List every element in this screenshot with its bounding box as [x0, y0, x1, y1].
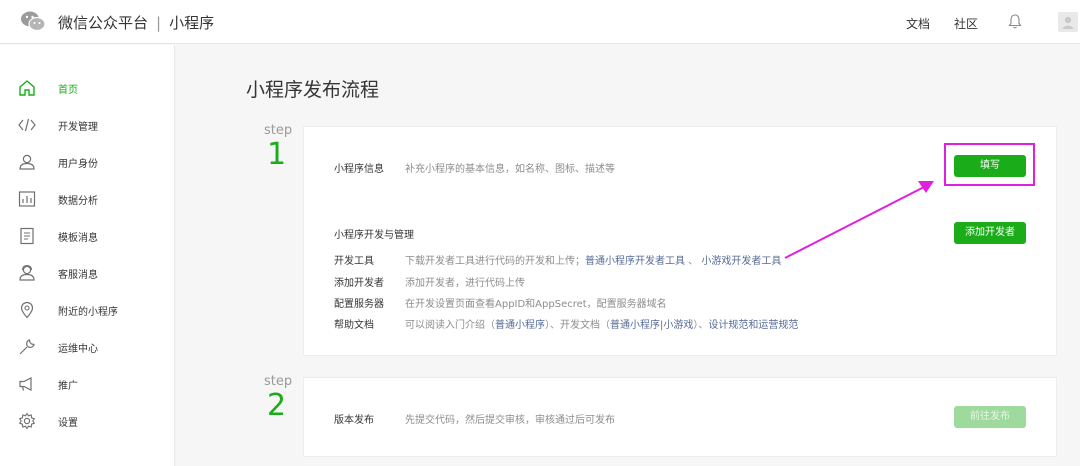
help-docs-desc: 可以阅读入门介绍（普通小程序）、开发文档（普通小程序|小游戏）、设计规范和运营规… — [405, 316, 798, 331]
design-guidelines-link[interactable]: 设计规范和运营规范 — [708, 320, 798, 331]
sidebar-item-operations-center[interactable]: 运维中心 — [0, 332, 175, 362]
mini-game-devtools-link[interactable]: 小游戏开发者工具 — [701, 256, 781, 267]
community-link[interactable]: 社区 — [954, 15, 978, 32]
main-content: 小程序发布流程 step 1 小程序信息 补充小程序的基本信息，如名称、图标、描… — [176, 45, 1080, 466]
docs-link[interactable]: 文档 — [906, 15, 930, 32]
sidebar-item-label: 数据分析 — [58, 196, 98, 207]
location-icon — [20, 301, 34, 319]
bell-icon[interactable] — [1008, 13, 1022, 29]
sidebar-item-data-analysis[interactable]: 数据分析 — [0, 184, 175, 214]
help-docs-end-text: ）、 — [693, 320, 709, 331]
dev-tools-desc: 下载开发者工具进行代码的开发和上传；普通小程序开发者工具 、 小游戏开发者工具 — [405, 252, 781, 267]
sidebar-item-settings[interactable]: 设置 — [0, 406, 175, 436]
help-docs-text: 可以阅读入门介绍（ — [405, 320, 495, 331]
add-developer-label: 添加开发者 — [334, 278, 384, 289]
mini-program-devtools-link[interactable]: 普通小程序开发者工具 — [585, 256, 685, 267]
sidebar-item-label: 设置 — [58, 418, 78, 429]
sidebar-item-promotion[interactable]: 推广 — [0, 369, 175, 399]
brand-title: 微信公众平台 | 小程序 — [58, 12, 214, 33]
sidebar-item-label: 模板消息 — [58, 233, 98, 244]
wechat-logo-icon[interactable] — [20, 10, 46, 32]
sidebar-item-label: 推广 — [58, 381, 78, 392]
code-icon — [18, 118, 36, 132]
server-config-label: 配置服务器 — [334, 299, 384, 310]
gear-icon — [18, 412, 36, 430]
sidebar-item-label: 客服消息 — [58, 270, 98, 281]
sidebar-item-label: 开发管理 — [58, 122, 98, 133]
step-label: step — [264, 374, 293, 389]
megaphone-icon — [19, 377, 32, 391]
document-icon — [20, 227, 34, 245]
help-docs-label: 帮助文档 — [334, 320, 374, 331]
help-docs-mid-text: ）、开发文档（ — [545, 320, 610, 331]
platform-name[interactable]: 微信公众平台 — [58, 14, 148, 32]
sidebar-item-label: 首页 — [58, 85, 78, 96]
mini-program-info-desc: 补充小程序的基本信息，如名称、图标、描述等 — [405, 164, 615, 175]
link-separator: 、 — [685, 256, 702, 267]
step-number: 2 — [267, 388, 287, 423]
add-developer-desc: 添加开发者，进行代码上传 — [405, 278, 525, 289]
wrench-icon — [19, 339, 35, 355]
annotation-highlight-box — [944, 143, 1035, 186]
mini-program-info-label: 小程序信息 — [334, 164, 384, 175]
go-release-button[interactable]: 前往发布 — [954, 406, 1026, 428]
sidebar: 首页 开发管理 用户身份 数据分析 模板消息 客服消息 附近的小程序 运维中心 … — [0, 45, 175, 466]
dev-tools-label: 开发工具 — [334, 256, 374, 267]
top-bar: 微信公众平台 | 小程序 文档 社区 — [0, 0, 1080, 44]
avatar[interactable] — [1058, 12, 1078, 32]
sidebar-item-dev-management[interactable]: 开发管理 — [0, 110, 175, 140]
user-avatar-icon — [1062, 16, 1074, 29]
dev-tools-text: 下载开发者工具进行代码的开发和上传； — [405, 256, 585, 267]
sidebar-item-user-identity[interactable]: 用户身份 — [0, 147, 175, 177]
home-icon — [19, 80, 35, 96]
user-icon — [19, 154, 35, 170]
dev-docs-link[interactable]: 普通小程序|小游戏 — [610, 320, 693, 331]
add-developer-button[interactable]: 添加开发者 — [954, 222, 1026, 244]
intro-mini-program-link[interactable]: 普通小程序 — [495, 320, 545, 331]
service-icon — [19, 264, 35, 281]
version-release-desc: 先提交代码，然后提交审核，审核通过后可发布 — [405, 415, 615, 426]
sidebar-item-nearby-mini-programs[interactable]: 附近的小程序 — [0, 295, 175, 325]
version-release-label: 版本发布 — [334, 415, 374, 426]
step-2-card: 版本发布 先提交代码，然后提交审核，审核通过后可发布 前往发布 — [303, 377, 1057, 457]
step-number: 1 — [267, 137, 287, 172]
sidebar-item-label: 运维中心 — [58, 344, 98, 355]
chart-icon — [18, 191, 36, 207]
server-config-desc: 在开发设置页面查看AppID和AppSecret，配置服务器域名 — [405, 299, 667, 310]
sidebar-item-label: 附近的小程序 — [58, 307, 118, 318]
brand-separator: | — [156, 14, 162, 32]
dev-section-title: 小程序开发与管理 — [334, 230, 414, 241]
step-label: step — [264, 123, 293, 138]
sidebar-item-label: 用户身份 — [58, 159, 98, 170]
sidebar-item-home[interactable]: 首页 — [0, 73, 175, 103]
sidebar-item-customer-service[interactable]: 客服消息 — [0, 258, 175, 288]
page-title: 小程序发布流程 — [246, 79, 380, 101]
sidebar-item-template-messages[interactable]: 模板消息 — [0, 221, 175, 251]
section-name: 小程序 — [169, 14, 215, 32]
